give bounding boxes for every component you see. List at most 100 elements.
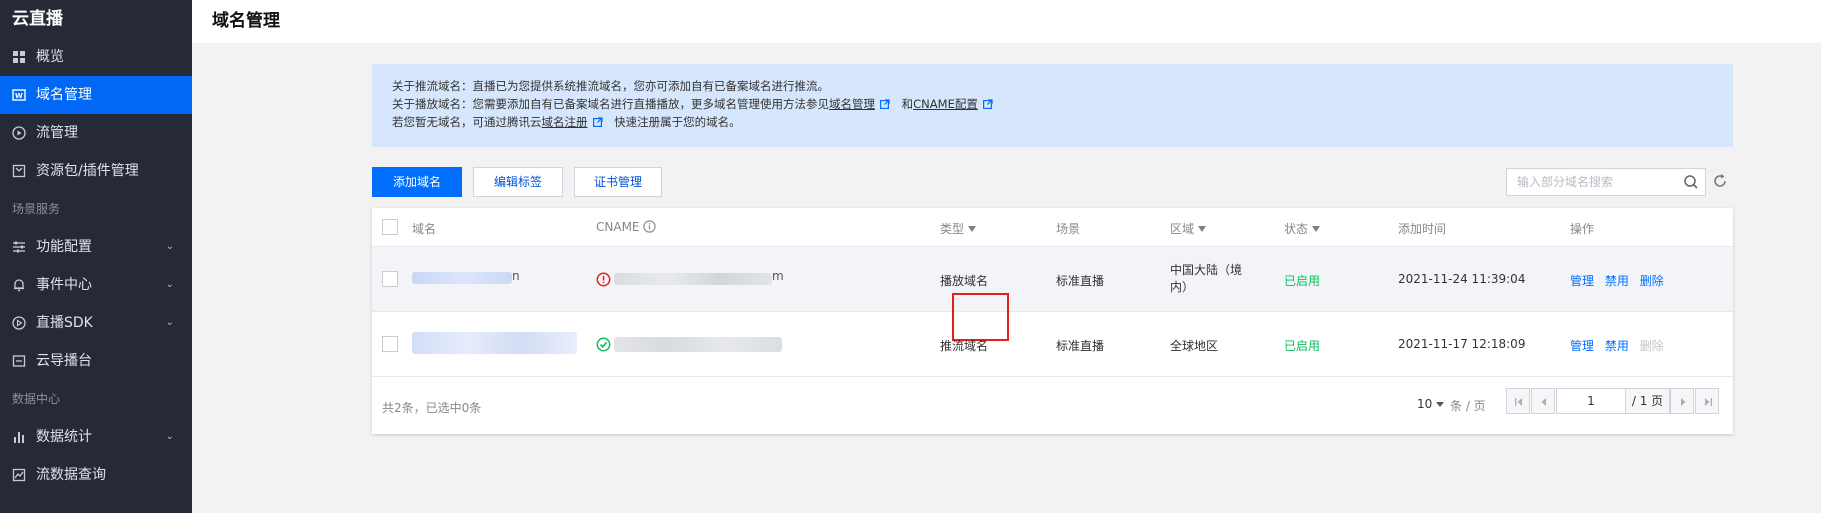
grid-icon — [13, 51, 25, 63]
row-operations: 管理 禁用 删除 — [1570, 337, 1671, 354]
cname-config-doc-link[interactable]: CNAME配置 — [913, 97, 978, 111]
sidebar-item-live-sdk[interactable]: 直播SDK ⌄ — [0, 304, 192, 342]
external-link-icon — [592, 117, 603, 127]
edit-tags-button[interactable]: 编辑标签 — [473, 167, 563, 197]
delete-link-disabled: 删除 — [1639, 339, 1664, 353]
current-page-input[interactable]: 1 — [1556, 388, 1626, 414]
info-icon[interactable] — [642, 220, 656, 233]
check-circle-icon — [596, 337, 611, 352]
bell-icon — [14, 279, 24, 292]
svg-text:W: W — [15, 92, 23, 100]
page-size-select[interactable]: 10 — [1417, 397, 1448, 411]
info-notice: 关于推流域名：直播已为您提供系统推流域名，您亦可添加自有已备案域名进行推流。 关… — [372, 64, 1733, 147]
last-page-icon — [1705, 398, 1712, 406]
sidebar-item-resource-packages[interactable]: 资源包/插件管理 — [0, 152, 192, 190]
sliders-icon — [13, 241, 25, 253]
column-header-domain: 域名 — [412, 222, 437, 236]
row-checkbox[interactable] — [382, 271, 398, 287]
domain-table: 域名 CNAME 类型 场景 区域 状态 添加时间 操作 n m 播放域名 标准… — [372, 208, 1733, 434]
status-badge: 已启用 — [1284, 274, 1321, 288]
cert-management-button[interactable]: 证书管理 — [574, 167, 662, 197]
search-input[interactable] — [1507, 169, 1677, 195]
chevron-down-icon: ⌄ — [165, 431, 174, 442]
last-page-button[interactable] — [1695, 388, 1719, 414]
next-page-button[interactable] — [1670, 388, 1694, 414]
column-header-cname: CNAME — [596, 220, 656, 234]
table-header: 域名 CNAME 类型 场景 区域 状态 添加时间 操作 — [372, 208, 1733, 247]
filter-icon[interactable] — [1312, 226, 1321, 232]
page-size-value: 10 — [1417, 397, 1433, 411]
manage-link[interactable]: 管理 — [1570, 274, 1594, 288]
column-header-status[interactable]: 状态 — [1284, 220, 1321, 237]
sidebar-item-stream-management[interactable]: 流管理 — [0, 114, 192, 152]
sidebar-item-label: 概览 — [36, 49, 64, 65]
sidebar-item-label: 流管理 — [36, 125, 78, 141]
external-link-icon — [880, 99, 890, 109]
notice-line-register: 若您暂无域名，可通过腾讯云域名注册 快速注册属于您的域名。 — [392, 113, 1733, 131]
filter-icon[interactable] — [1198, 226, 1207, 232]
app-brand: 云直播 — [12, 9, 63, 29]
column-header-label: 类型 — [940, 222, 965, 236]
domain-search — [1506, 168, 1706, 196]
notice-line-play: 关于播放域名：您需要添加自有已备案域名进行直播播放，更多域名管理使用方法参见域名… — [392, 95, 1733, 113]
sidebar-item-label: 域名管理 — [36, 87, 92, 103]
prev-page-button[interactable] — [1531, 388, 1555, 414]
add-domain-button[interactable]: 添加域名 — [372, 167, 462, 197]
line-chart-icon — [12, 468, 26, 482]
domain-region: 中国大陆（境 内） — [1170, 262, 1242, 296]
redacted-domain — [412, 332, 577, 354]
redacted-cname — [614, 337, 782, 352]
notice-text: 关于播放域名：您需要添加自有已备案域名进行直播播放，更多域名管理使用方法参见 — [392, 97, 829, 111]
per-page-label: 条 / 页 — [1450, 399, 1486, 413]
column-header-label: CNAME — [596, 220, 640, 234]
sidebar-item-domain-management[interactable]: W 域名管理 — [0, 76, 192, 114]
sidebar-item-event-center[interactable]: 事件中心 ⌄ — [0, 266, 192, 304]
redacted-cname — [614, 273, 772, 285]
refresh-icon[interactable] — [1712, 173, 1728, 189]
sidebar-item-label: 流数据查询 — [36, 467, 106, 483]
total-pages: / 1 页 — [1626, 388, 1670, 414]
manage-link[interactable]: 管理 — [1570, 339, 1594, 353]
sdk-play-icon — [12, 316, 26, 330]
sidebar-item-data-statistics[interactable]: 数据统计 ⌄ — [0, 418, 192, 456]
table-row: 推流域名 标准直播 全球地区 已启用 2021-11-17 12:18:09 管… — [372, 312, 1733, 377]
disable-link[interactable]: 禁用 — [1605, 274, 1629, 288]
sidebar-item-cloud-director[interactable]: 云导播台 — [0, 342, 192, 380]
row-operations: 管理 禁用 删除 — [1570, 272, 1671, 289]
row-checkbox[interactable] — [382, 336, 398, 352]
column-header-region[interactable]: 区域 — [1170, 220, 1207, 237]
page-header: 域名管理 — [192, 0, 1821, 43]
sidebar-group-title: 场景服务 — [12, 202, 61, 216]
domain-management-doc-link[interactable]: 域名管理 — [829, 97, 875, 111]
selection-summary: 共2条，已选中0条 — [382, 401, 482, 415]
table-footer: 共2条，已选中0条 10 条 / 页 1 / 1 页 — [372, 377, 1733, 434]
table-row: n m 播放域名 标准直播 中国大陆（境 内） 已启用 2021-11-24 1… — [372, 247, 1733, 341]
chevron-down-icon — [1436, 402, 1445, 407]
first-page-button[interactable] — [1506, 388, 1530, 414]
sidebar-group-title: 数据中心 — [12, 392, 61, 406]
disable-link[interactable]: 禁用 — [1605, 339, 1629, 353]
domain-scene: 标准直播 — [1056, 339, 1105, 353]
first-page-icon — [1515, 398, 1522, 406]
chevron-down-icon: ⌄ — [165, 241, 174, 252]
domain-text: n — [512, 269, 520, 283]
column-header-type[interactable]: 类型 — [940, 220, 977, 237]
region-line: 中国大陆（境 — [1170, 263, 1243, 277]
package-icon — [12, 164, 26, 178]
column-header-scene: 场景 — [1056, 222, 1081, 236]
sidebar-item-overview[interactable]: 概览 — [0, 38, 192, 76]
filter-icon[interactable] — [968, 226, 977, 232]
sidebar-item-label: 直播SDK — [36, 315, 93, 331]
sidebar-item-label: 事件中心 — [36, 277, 92, 293]
sidebar-item-feature-config[interactable]: 功能配置 ⌄ — [0, 228, 192, 266]
sidebar-item-stream-data-query[interactable]: 流数据查询 — [0, 456, 192, 494]
select-all-checkbox[interactable] — [382, 219, 398, 235]
warning-icon — [596, 272, 611, 287]
search-icon[interactable] — [1683, 174, 1699, 190]
notice-text: 和 — [901, 97, 914, 111]
added-time: 2021-11-24 11:39:04 — [1398, 272, 1526, 286]
domain-register-link[interactable]: 域名注册 — [542, 115, 588, 129]
delete-link[interactable]: 删除 — [1640, 274, 1664, 288]
domain-type: 播放域名 — [940, 274, 989, 288]
notice-text: 快速注册属于您的域名。 — [614, 115, 741, 129]
